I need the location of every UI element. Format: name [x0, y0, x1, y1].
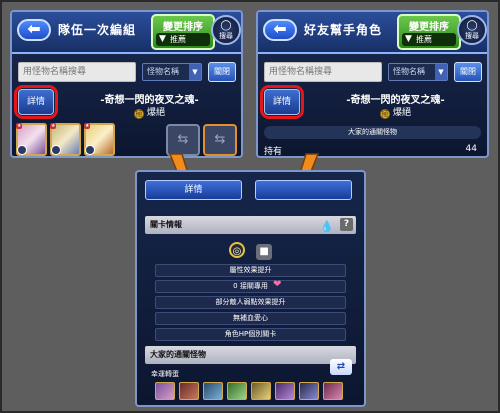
change-sort-button[interactable]: 變更排序 ▼ 推薦 — [397, 14, 461, 50]
stage-info-label: 關卡情報 — [150, 220, 182, 229]
popular-monster[interactable] — [251, 382, 271, 400]
search-row: 怪物名稱 ▼ 關閉 — [264, 62, 482, 84]
popular-monster[interactable] — [203, 382, 223, 400]
search-toggle-button[interactable]: ◯ 搜尋 — [211, 15, 241, 45]
party-member-1[interactable]: ★ — [16, 123, 47, 156]
popular-monster[interactable] — [323, 382, 343, 400]
stage-effect-row: 部分敵人弱點效果提升 — [155, 296, 346, 309]
stage-effect-row: 角色HP個別關卡 — [155, 328, 346, 341]
search-row: 怪物名稱 ▼ 關閉 — [18, 62, 236, 84]
difficulty-label: 爆絕 — [392, 108, 411, 118]
change-sort-button[interactable]: 變更排序 ▼ 推薦 — [151, 14, 215, 50]
popular-monsters-bar[interactable]: 大家的通關怪物 — [264, 126, 481, 139]
swap-icon: ⇆ — [214, 132, 226, 147]
search-icon: ◯ — [220, 20, 232, 31]
search-input[interactable] — [18, 62, 136, 82]
popular-monster[interactable] — [299, 382, 319, 400]
tab-details[interactable]: 詳情 — [145, 180, 242, 200]
block-gimmick-icon: ■ — [256, 244, 273, 260]
search-type-value: 怪物名稱 — [393, 67, 425, 76]
search-icon: ◯ — [466, 20, 478, 31]
swap-icon: ⇆ — [177, 132, 189, 147]
close-search-button[interactable]: 關閉 — [454, 62, 482, 82]
party-member-3[interactable]: ★ — [84, 123, 115, 156]
sort-label: 變更排序 — [409, 22, 449, 33]
swap-arrows-icon: ⇄ — [336, 361, 346, 372]
chevron-down-icon: ▼ — [435, 64, 447, 80]
popular-monster[interactable] — [179, 382, 199, 400]
stage-effect-row: 無補血愛心 — [155, 312, 346, 325]
back-arrow-icon: ⬅ — [27, 19, 41, 38]
difficulty-icon: 極 — [133, 109, 144, 119]
search-toggle-label: 搜尋 — [465, 32, 479, 40]
highlight-ring — [260, 85, 304, 119]
highlight-ring — [14, 85, 58, 119]
new-tag: ★ — [50, 123, 57, 129]
element-badge-icon — [85, 145, 95, 155]
empty-slot-helper[interactable]: ⇆ — [203, 124, 237, 156]
popular-monsters-header: 大家的通關怪物 — [145, 346, 356, 364]
stage-info-header: 關卡情報 💧 ? — [145, 216, 356, 234]
element-badge-icon — [17, 145, 27, 155]
popular-monster[interactable] — [275, 382, 295, 400]
sort-sub-label: 推薦 — [416, 35, 432, 44]
water-drop-icon: 💧 — [320, 220, 334, 233]
popular-monster[interactable] — [227, 382, 247, 400]
party-edit-panel: ⬅ 隊伍一次編組 變更排序 ▼ 推薦 ◯ 搜尋 怪物名稱 ▼ 關閉 詳情 -奇想… — [10, 10, 243, 158]
search-toggle-button[interactable]: ◯ 搜尋 — [457, 15, 487, 45]
back-arrow-icon: ⬅ — [273, 19, 287, 38]
sort-label: 變更排序 — [163, 22, 203, 33]
tab-other[interactable] — [255, 180, 352, 200]
holding-count: 44 — [465, 144, 477, 154]
new-tag: ★ — [16, 123, 23, 129]
sort-sub: ▼ 推薦 — [402, 33, 456, 46]
back-button[interactable]: ⬅ — [17, 19, 51, 41]
heart-icon: ❤ — [273, 279, 282, 290]
stage-effect-row: 屬性效果提升 — [155, 264, 346, 277]
page-title: 好友幫手角色 — [304, 23, 383, 37]
party-member-2[interactable]: ★ — [50, 123, 81, 156]
stage-title: -奇想一閃的夜叉之魂- — [100, 95, 199, 106]
stage-effect-row: 0 接關專用 — [155, 280, 346, 293]
swap-button[interactable]: ⇄ — [330, 359, 352, 375]
back-button[interactable]: ⬅ — [263, 19, 297, 41]
panel-header: ⬅ 好友幫手角色 變更排序 ▼ 推薦 ◯ 搜尋 — [258, 12, 487, 54]
sort-sub: ▼ 推薦 — [156, 33, 210, 46]
search-type-select[interactable]: 怪物名稱 ▼ — [142, 63, 202, 81]
help-button[interactable]: ? — [340, 218, 353, 231]
stage-detail-panel: 詳情 關卡情報 💧 ? ◎ ■ 屬性效果提升 0 接關專用 ❤ 部分敵人弱點效果… — [135, 170, 366, 407]
luck-gacha-label: 幸運轉蛋 — [151, 370, 179, 378]
search-input[interactable] — [264, 62, 382, 82]
search-type-select[interactable]: 怪物名稱 ▼ — [388, 63, 448, 81]
gimmick-ring-icon: ◎ — [228, 242, 245, 258]
stage-difficulty: 極爆絕 — [62, 105, 237, 119]
new-tag: ★ — [84, 123, 91, 129]
stage-trait-icons: ◎ ■ — [137, 239, 364, 260]
page-title: 隊伍一次編組 — [58, 23, 137, 37]
chevron-down-icon: ▼ — [189, 64, 201, 80]
difficulty-icon: 極 — [379, 109, 390, 119]
search-toggle-label: 搜尋 — [219, 32, 233, 40]
close-search-button[interactable]: 關閉 — [208, 62, 236, 82]
popular-monster[interactable] — [155, 382, 175, 400]
sort-sub-label: 推薦 — [170, 35, 186, 44]
friend-helper-panel: ⬅ 好友幫手角色 變更排序 ▼ 推薦 ◯ 搜尋 怪物名稱 ▼ 關閉 詳情 -奇想… — [256, 10, 489, 158]
filter-icon: ▼ — [159, 34, 166, 44]
filter-icon: ▼ — [405, 34, 412, 44]
panel-header: ⬅ 隊伍一次編組 變更排序 ▼ 推薦 ◯ 搜尋 — [12, 12, 241, 54]
search-type-value: 怪物名稱 — [147, 67, 179, 76]
stage-difficulty: 極爆絕 — [308, 105, 483, 119]
element-badge-icon — [51, 145, 61, 155]
difficulty-label: 爆絕 — [146, 108, 165, 118]
stage-title: -奇想一閃的夜叉之魂- — [346, 95, 445, 106]
